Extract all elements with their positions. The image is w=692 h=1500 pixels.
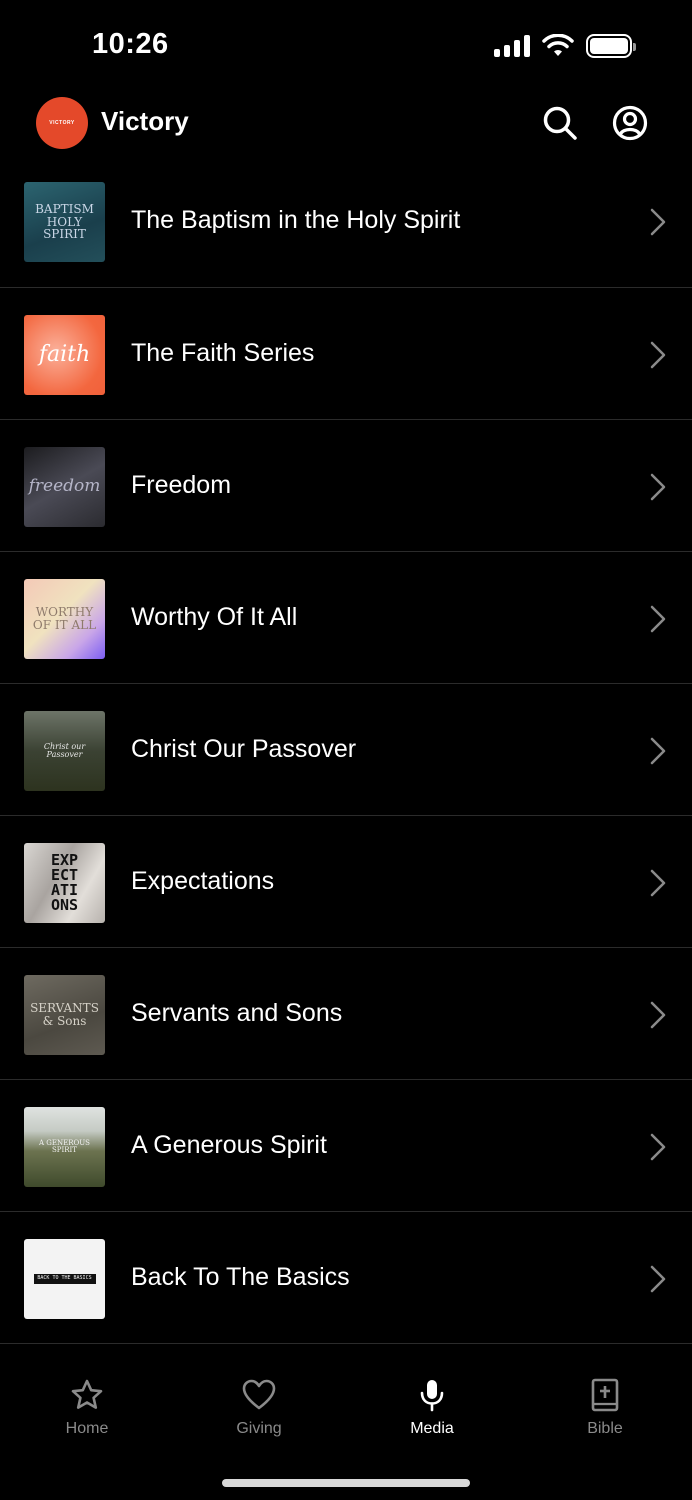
thumbnail-text: A GENEROUS SPIRIT xyxy=(39,1138,90,1154)
series-thumbnail: SERVANTS & Sons xyxy=(24,975,105,1055)
tab-bar: Home Giving Media Bible xyxy=(0,1344,692,1500)
search-icon xyxy=(543,106,577,140)
series-row[interactable]: Christ our Passover Christ Our Passover xyxy=(0,684,692,816)
thumbnail-text: BACK TO THE BASICS xyxy=(33,1274,96,1284)
series-row[interactable]: freedom Freedom xyxy=(0,420,692,552)
thumbnail-text: SERVANTS & Sons xyxy=(30,1001,99,1028)
bible-icon xyxy=(591,1378,619,1412)
tab-media[interactable]: Media xyxy=(372,1378,492,1438)
series-row[interactable]: A GENEROUS SPIRIT A Generous Spirit xyxy=(0,1080,692,1212)
app-header: VICTORY Victory xyxy=(0,92,692,154)
chevron-right-icon xyxy=(650,1001,666,1029)
series-thumbnail: A GENEROUS SPIRIT xyxy=(24,1107,105,1187)
series-title: Back To The Basics xyxy=(131,1263,350,1291)
series-title: Christ Our Passover xyxy=(131,735,357,763)
series-row[interactable]: BAPTISM HOLY SPIRIT The Baptism in the H… xyxy=(0,155,692,288)
chevron-right-icon xyxy=(650,737,666,765)
series-row[interactable]: EXP ECT ATI ONS Expectations xyxy=(0,816,692,948)
chevron-right-icon xyxy=(650,1133,666,1161)
logo-text: VICTORY xyxy=(49,120,75,126)
tab-label: Bible xyxy=(587,1420,623,1437)
series-row[interactable]: BACK TO THE BASICS Back To The Basics xyxy=(0,1212,692,1344)
series-title: The Faith Series xyxy=(131,339,315,367)
church-logo[interactable]: VICTORY xyxy=(36,97,88,149)
tab-bible[interactable]: Bible xyxy=(545,1378,665,1438)
microphone-icon xyxy=(420,1380,444,1412)
thumbnail-text: BAPTISM HOLY SPIRIT xyxy=(35,202,94,242)
home-indicator[interactable] xyxy=(222,1479,470,1487)
chevron-right-icon xyxy=(650,869,666,897)
chevron-right-icon xyxy=(650,473,666,501)
series-row[interactable]: SERVANTS & Sons Servants and Sons xyxy=(0,948,692,1080)
thumbnail-text: freedom xyxy=(28,476,101,497)
tab-label: Home xyxy=(65,1420,109,1437)
user-circle-icon xyxy=(612,105,648,141)
chevron-right-icon xyxy=(650,341,666,369)
chevron-right-icon xyxy=(650,208,666,236)
account-button[interactable] xyxy=(609,102,651,144)
series-row[interactable]: WORTHY OF IT ALL Worthy Of It All xyxy=(0,552,692,684)
series-thumbnail: BAPTISM HOLY SPIRIT xyxy=(24,182,105,262)
star-icon xyxy=(71,1379,103,1409)
series-title: Worthy Of It All xyxy=(131,603,298,631)
status-bar: 10:26 xyxy=(0,0,692,90)
series-title: The Baptism in the Holy Spirit xyxy=(131,206,461,234)
series-title: Expectations xyxy=(131,867,275,895)
series-row[interactable]: faith The Faith Series xyxy=(0,288,692,420)
series-thumbnail: WORTHY OF IT ALL xyxy=(24,579,105,659)
heart-icon xyxy=(242,1379,276,1410)
series-thumbnail: freedom xyxy=(24,447,105,527)
status-time: 10:26 xyxy=(92,28,169,60)
battery-icon xyxy=(586,34,636,58)
tab-home[interactable]: Home xyxy=(27,1378,147,1438)
app-title: Victory xyxy=(101,106,189,136)
series-thumbnail: EXP ECT ATI ONS xyxy=(24,843,105,923)
media-series-list: BAPTISM HOLY SPIRIT The Baptism in the H… xyxy=(0,155,692,1344)
series-thumbnail: faith xyxy=(24,315,105,395)
tab-label: Media xyxy=(410,1420,454,1437)
thumbnail-text: faith xyxy=(38,342,91,368)
chevron-right-icon xyxy=(650,1265,666,1293)
tab-giving[interactable]: Giving xyxy=(199,1378,319,1438)
tab-label: Giving xyxy=(236,1420,282,1437)
app-screen: 10:26 VICTORY Victory BAPTISM HOLY SPIRI… xyxy=(0,0,692,1500)
chevron-right-icon xyxy=(650,605,666,633)
cellular-signal-icon xyxy=(494,35,530,57)
wifi-icon xyxy=(542,34,574,56)
thumbnail-text: Christ our Passover xyxy=(43,741,86,759)
thumbnail-text: EXP ECT ATI ONS xyxy=(50,851,79,914)
series-title: Freedom xyxy=(131,471,232,499)
series-title: Servants and Sons xyxy=(131,999,343,1027)
series-title: A Generous Spirit xyxy=(131,1131,327,1159)
series-thumbnail: Christ our Passover xyxy=(24,711,105,791)
series-thumbnail: BACK TO THE BASICS xyxy=(24,1239,105,1319)
search-button[interactable] xyxy=(539,102,581,144)
thumbnail-text: WORTHY OF IT ALL xyxy=(32,605,97,632)
status-icons xyxy=(494,34,636,58)
